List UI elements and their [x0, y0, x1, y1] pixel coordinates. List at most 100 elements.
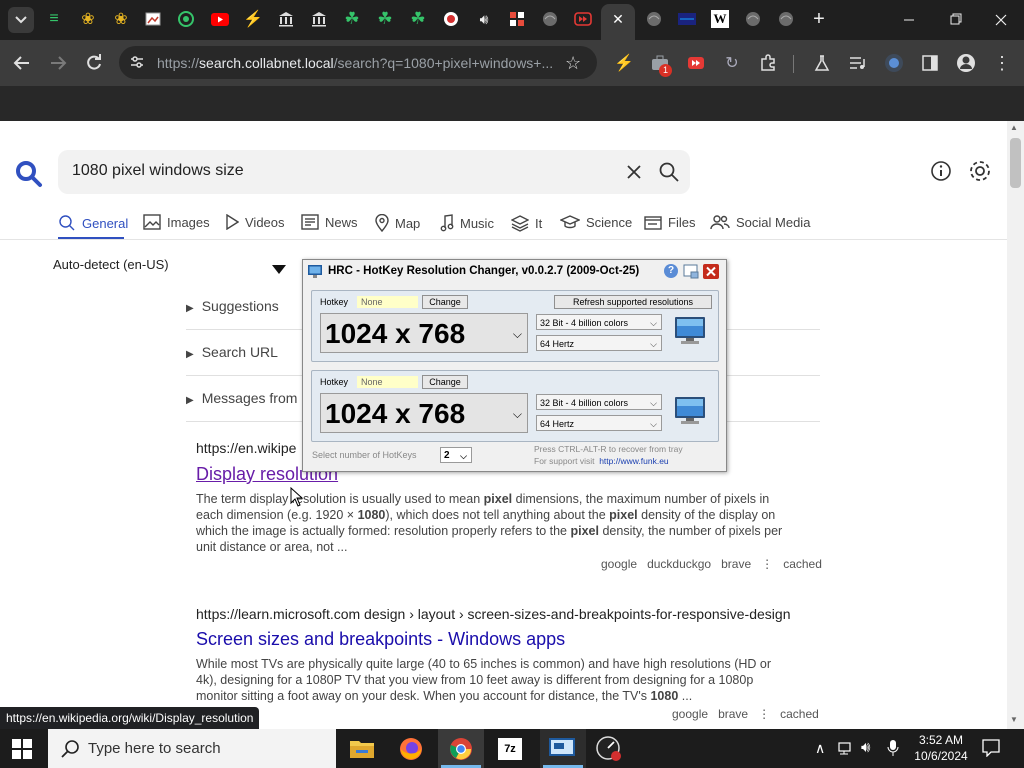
apply-resolution-monitor-icon[interactable]: [675, 317, 705, 344]
more-options-icon[interactable]: ⋮: [761, 557, 773, 571]
result-url[interactable]: https://en.wikipe: [196, 440, 296, 456]
refresh-resolutions-button[interactable]: Refresh supported resolutions: [554, 295, 712, 309]
scrollbar-thumb[interactable]: [1010, 138, 1021, 188]
engine-link-google[interactable]: google: [601, 557, 637, 571]
engine-link-brave[interactable]: brave: [721, 557, 751, 571]
bookmark-star-icon[interactable]: ☆: [565, 53, 581, 74]
file-explorer-icon[interactable]: [350, 738, 374, 763]
hrc-taskbar-icon[interactable]: [549, 738, 575, 765]
tab-favicon-wikipedia-icon[interactable]: W: [710, 9, 730, 29]
site-settings-icon[interactable]: [129, 54, 145, 75]
color-depth-select[interactable]: 32 Bit - 4 billion colors ⌵: [536, 314, 662, 330]
messages-panel[interactable]: ▶ Messages from: [186, 390, 297, 406]
close-hrc-icon[interactable]: [703, 264, 719, 282]
back-icon[interactable]: [10, 51, 34, 75]
notifications-icon[interactable]: [982, 739, 1000, 762]
color-depth-select[interactable]: 32 Bit - 4 billion colors ⌵: [536, 394, 662, 410]
category-social-media[interactable]: Social Media: [710, 214, 810, 230]
chrome-icon[interactable]: [449, 737, 473, 766]
refresh-rate-select[interactable]: 64 Hertz ⌵: [536, 335, 662, 351]
browser-menu-icon[interactable]: ⋮: [990, 51, 1014, 75]
network-icon[interactable]: [838, 740, 856, 761]
tab-favicon-globe-icon[interactable]: [540, 9, 560, 29]
suggestions-panel[interactable]: ▶ Suggestions: [186, 298, 279, 314]
resolution-select[interactable]: 1024 x 768 ⌵: [320, 393, 528, 433]
minimize-icon[interactable]: [897, 10, 921, 30]
extension-bolt-icon[interactable]: ⚡: [612, 51, 636, 75]
7zip-icon[interactable]: 7z: [498, 738, 522, 760]
scroll-up-arrow-icon[interactable]: ▲: [1010, 123, 1018, 132]
category-map[interactable]: Map: [375, 214, 420, 232]
category-images[interactable]: Images: [143, 214, 210, 230]
tab-favicon-building-icon[interactable]: [309, 9, 329, 29]
engine-link-brave[interactable]: brave: [718, 707, 748, 721]
category-files[interactable]: Files: [644, 214, 695, 230]
extension-spiral-icon[interactable]: ↻: [720, 51, 744, 75]
site-logo-search-icon[interactable]: [14, 159, 44, 194]
address-text[interactable]: https://search.collabnet.local/search?q=…: [157, 55, 553, 71]
forward-icon[interactable]: [46, 51, 70, 75]
tab-favicon-grid-icon[interactable]: [507, 9, 527, 29]
tab-favicon-forward-icon[interactable]: [573, 9, 593, 29]
volume-icon[interactable]: 🔊︎: [861, 739, 870, 756]
media-queue-icon[interactable]: [846, 51, 870, 75]
engine-link-google[interactable]: google: [672, 707, 708, 721]
tab-favicon-youtube-icon[interactable]: [210, 9, 230, 29]
tab-favicon-puzzle-icon[interactable]: ☘: [375, 9, 395, 29]
system-clock[interactable]: 3:52 AM 10/6/2024: [910, 732, 972, 764]
search-url-panel[interactable]: ▶ Search URL: [186, 344, 278, 360]
resolution-select[interactable]: 1024 x 768 ⌵: [320, 313, 528, 353]
num-hotkeys-select[interactable]: 2 ⌵: [440, 447, 472, 463]
address-bar[interactable]: https://search.collabnet.local/search?q=…: [119, 46, 597, 79]
reload-icon[interactable]: [82, 51, 106, 75]
new-tab-icon[interactable]: +: [809, 8, 829, 30]
hrc-titlebar[interactable]: HRC - HotKey Resolution Changer, v0.0.2.…: [303, 260, 726, 284]
info-icon[interactable]: [930, 160, 952, 187]
side-panel-icon[interactable]: [918, 51, 942, 75]
search-input[interactable]: [72, 160, 612, 182]
tab-favicon-globe-icon[interactable]: [644, 9, 664, 29]
tab-favicon-globe-icon[interactable]: [776, 9, 796, 29]
refresh-rate-select[interactable]: 64 Hertz ⌵: [536, 415, 662, 431]
change-hotkey-button[interactable]: Change: [422, 375, 468, 389]
search-submit-icon[interactable]: [658, 161, 680, 188]
tab-favicon-spiral-icon[interactable]: [176, 9, 196, 29]
language-select[interactable]: Auto-detect (en-US): [53, 257, 169, 272]
extension-forward-icon[interactable]: [684, 51, 708, 75]
speedometer-app-icon[interactable]: [596, 736, 622, 767]
labs-flask-icon[interactable]: [810, 51, 834, 75]
support-link[interactable]: http://www.funk.eu: [599, 456, 668, 466]
category-it[interactable]: It: [511, 214, 542, 232]
profile-avatar-icon[interactable]: [954, 51, 978, 75]
tab-favicon-record-icon[interactable]: [441, 9, 461, 29]
category-music[interactable]: Music: [440, 214, 494, 232]
tab-favicon-image-icon[interactable]: [143, 9, 163, 29]
cached-link[interactable]: cached: [780, 707, 819, 721]
windows-start-icon[interactable]: [12, 739, 32, 764]
settings-gear-icon[interactable]: [968, 159, 992, 188]
close-window-icon[interactable]: [989, 10, 1013, 30]
more-options-icon[interactable]: ⋮: [758, 707, 770, 721]
tab-favicon-puzzle-icon[interactable]: ☘: [408, 9, 428, 29]
tab-favicon-bolt-icon[interactable]: ⚡: [243, 9, 263, 29]
tab-favicon-flag-icon[interactable]: [677, 9, 697, 29]
scroll-down-arrow-icon[interactable]: ▼: [1010, 715, 1018, 724]
close-tab-icon[interactable]: ✕: [608, 9, 628, 29]
result-title-link[interactable]: Screen sizes and breakpoints - Windows a…: [196, 629, 565, 650]
page-scrollbar[interactable]: [1007, 121, 1024, 729]
extension-globe-icon[interactable]: [882, 51, 906, 75]
help-icon[interactable]: ?: [664, 264, 678, 278]
change-hotkey-button[interactable]: Change: [422, 295, 468, 309]
clear-search-icon[interactable]: [625, 163, 643, 186]
apply-resolution-monitor-icon[interactable]: [675, 397, 705, 424]
category-general[interactable]: General: [58, 214, 128, 232]
tab-favicon-building-icon[interactable]: [276, 9, 296, 29]
category-science[interactable]: Science: [560, 214, 632, 230]
firefox-icon[interactable]: [399, 737, 423, 766]
tab-search-button[interactable]: [8, 7, 34, 33]
taskbar-search-box[interactable]: Type here to search: [48, 729, 336, 768]
category-news[interactable]: News: [301, 214, 358, 230]
tab-favicon-globe-icon[interactable]: [743, 9, 763, 29]
extensions-puzzle-icon[interactable]: [756, 51, 780, 75]
cached-link[interactable]: cached: [783, 557, 822, 571]
